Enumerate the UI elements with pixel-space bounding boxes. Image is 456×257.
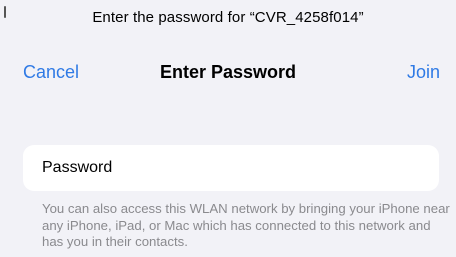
- password-field-card: [23, 145, 439, 191]
- cancel-button[interactable]: Cancel: [23, 62, 79, 83]
- wlan-sharing-footnote: You can also access this WLAN network by…: [42, 201, 450, 249]
- network-password-prompt: Enter the password for “CVR_4258f014”: [92, 9, 364, 26]
- password-sheet: Enter the password for “CVR_4258f014” Ca…: [0, 0, 456, 257]
- nav-bar: Cancel Enter Password Join: [0, 58, 456, 88]
- join-button[interactable]: Join: [407, 62, 440, 83]
- password-input[interactable]: [23, 145, 439, 191]
